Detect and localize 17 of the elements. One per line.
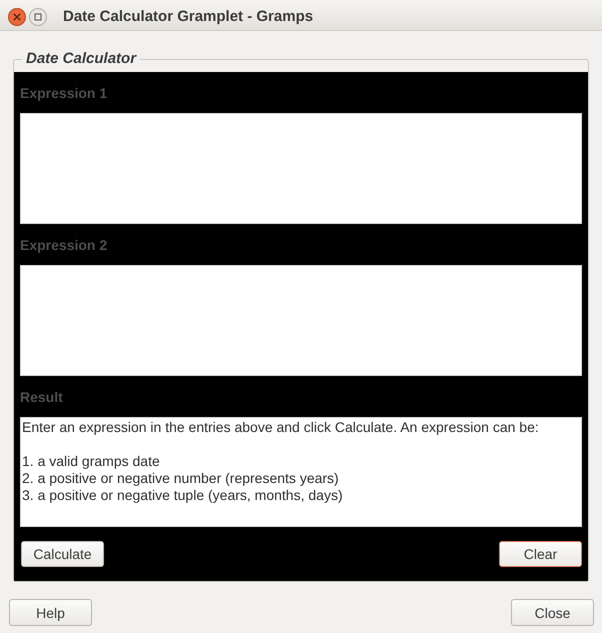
close-button[interactable]: Close <box>511 599 594 626</box>
result-list-item: 1. a valid gramps date <box>22 453 160 470</box>
expression-field[interactable] <box>20 265 582 376</box>
maximize-icon[interactable] <box>29 8 47 26</box>
clear-button[interactable]: Clear <box>499 541 582 567</box>
section-label: Expression 1 <box>20 84 108 103</box>
section-label: Result <box>20 388 64 406</box>
result-list-item: 3. a positive or negative tuple (years, months, days) <box>22 487 343 504</box>
result-list-item: 2. a positive or negative number (represents years) <box>22 470 339 487</box>
result-field[interactable] <box>20 417 582 527</box>
calculate-button[interactable]: Calculate <box>21 541 104 567</box>
window-title: Date Calculator Gramplet - Gramps <box>63 8 314 25</box>
help-button[interactable]: Help <box>9 599 92 626</box>
result-intro-text: Enter an expression in the entries above and click Calculate. An expression can be: <box>22 419 539 436</box>
section-label: Expression 2 <box>20 236 108 255</box>
expression-field[interactable] <box>20 113 582 224</box>
close-icon[interactable] <box>8 8 26 26</box>
